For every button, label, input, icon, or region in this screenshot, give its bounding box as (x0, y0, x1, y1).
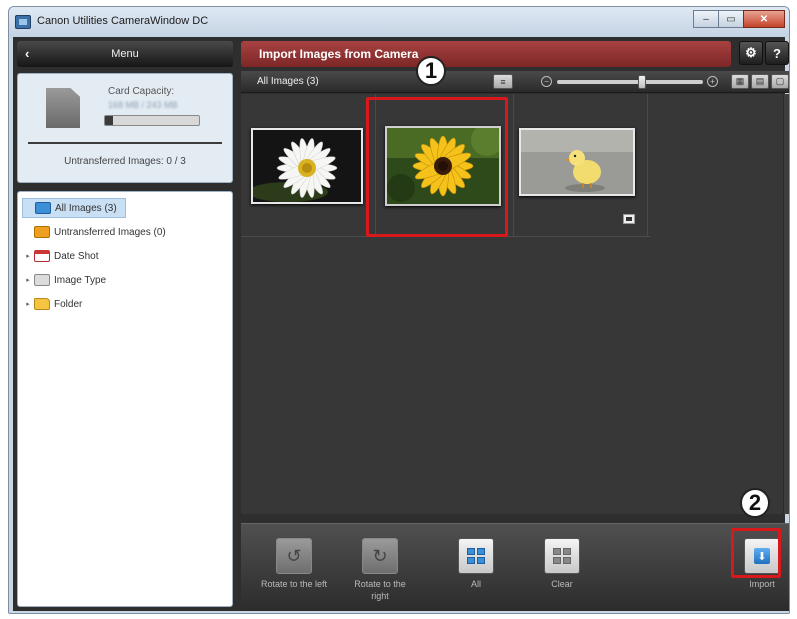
action-toolbar: ↺ Rotate to the left ↻ Rotate to the rig… (241, 523, 789, 611)
rotate-left-button[interactable]: ↺ (276, 538, 312, 574)
card-capacity-panel: Card Capacity: 168 MB / 243 MB Untransfe… (17, 73, 233, 183)
scroll-down-icon[interactable]: ▼ (786, 500, 789, 510)
sort-icon: ≡ (500, 76, 506, 87)
tree-item-folder[interactable]: ▸ Folder (22, 294, 82, 314)
step-1-callout: 1 (416, 56, 446, 86)
tree-item-date-shot[interactable]: ▸ Date Shot (22, 246, 98, 266)
thumbnail-daisy[interactable] (251, 128, 363, 204)
image-type-icon (34, 274, 50, 286)
untransferred-icon (34, 226, 50, 238)
list-view-icon: ▤ (755, 76, 765, 86)
folder-icon (34, 298, 50, 310)
maximize-button[interactable]: ▭ (718, 10, 744, 28)
clear-tool: Clear (527, 538, 597, 590)
list-view-button[interactable]: ▤ (751, 74, 769, 89)
callout-highlight-import-button (731, 528, 781, 578)
rotate-right-button[interactable]: ↻ (362, 538, 398, 574)
callout-highlight-selected-image (366, 97, 508, 237)
image-grid: ▲ ▼ (241, 94, 789, 514)
rotate-right-icon: ↻ (372, 545, 388, 566)
help-icon: ? (773, 45, 781, 61)
movie-icon (623, 214, 635, 224)
card-capacity-bar (104, 115, 200, 126)
card-capacity-fill (105, 116, 113, 125)
divider (28, 142, 222, 144)
sort-button[interactable]: ≡ (493, 74, 513, 89)
tree-item-label: Folder (54, 298, 83, 310)
window-title: Canon Utilities CameraWindow DC (37, 15, 209, 27)
tree-item-image-type[interactable]: ▸ Image Type (22, 270, 106, 290)
memory-card-icon (46, 88, 80, 128)
help-button[interactable]: ? (765, 41, 789, 65)
image-list-toolbar: All Images (3) ≡ − + ▦ ▤ ▢ (241, 71, 789, 93)
thumbnail-view-icon: ▦ (735, 76, 745, 86)
gear-icon: ⚙ (745, 45, 757, 60)
tree-item-all-images[interactable]: All Images (3) (22, 198, 126, 218)
clear-button[interactable] (544, 538, 580, 574)
expand-arrow-icon[interactable]: ▸ (22, 300, 34, 308)
vertical-scrollbar[interactable]: ▲ ▼ (783, 94, 789, 514)
grid-divider (647, 94, 648, 237)
import-label: Import (749, 579, 775, 589)
zoom-in-icon[interactable]: + (707, 76, 718, 87)
tree-item-label: All Images (3) (55, 202, 117, 214)
full-view-button[interactable]: ▢ (771, 74, 789, 89)
select-all-button[interactable] (458, 538, 494, 574)
expand-arrow-icon[interactable]: ▸ (22, 276, 34, 284)
tree-item-label: Date Shot (54, 250, 99, 262)
thumbnail-chick[interactable] (519, 128, 635, 196)
title-bar[interactable]: Canon Utilities CameraWindow DC – ▭ ✕ (9, 7, 789, 37)
rotate-left-label: Rotate to the left (260, 579, 328, 589)
image-count-label: All Images (3) (257, 76, 319, 87)
window-controls: – ▭ ✕ (693, 10, 785, 28)
zoom-slider[interactable] (557, 80, 703, 84)
image-filter-tree: All Images (3) Untransferred Images (0) … (17, 191, 233, 607)
rotate-right-label: Rotate to the right (354, 579, 406, 601)
rotate-left-icon: ↺ (286, 545, 302, 566)
thumbnail-view-button[interactable]: ▦ (731, 74, 749, 89)
close-button[interactable]: ✕ (743, 10, 785, 28)
tree-item-label: Image Type (54, 274, 107, 286)
page-title: Import Images from Camera (259, 47, 419, 61)
calendar-icon (34, 250, 50, 262)
card-capacity-value: 168 MB / 243 MB (108, 100, 178, 110)
minimize-button[interactable]: – (693, 10, 719, 28)
tree-item-label: Untransferred Images (0) (54, 226, 166, 238)
full-view-icon: ▢ (775, 76, 785, 86)
tree-item-untransferred[interactable]: Untransferred Images (0) (22, 222, 166, 242)
zoom-out-icon[interactable]: − (541, 76, 552, 87)
clear-label: Clear (551, 579, 573, 589)
settings-button[interactable]: ⚙ (739, 41, 763, 65)
zoom-slider-handle[interactable] (637, 75, 646, 89)
step-2-callout: 2 (740, 488, 770, 518)
clear-selection-icon (553, 548, 571, 564)
expand-arrow-icon[interactable]: ▸ (22, 252, 34, 260)
import-header: Import Images from Camera (241, 41, 731, 67)
select-all-label: All (470, 579, 481, 589)
untransferred-count: Untransferred Images: 0 / 3 (64, 156, 186, 167)
all-images-icon (35, 202, 51, 214)
card-capacity-label: Card Capacity: (108, 86, 175, 97)
grid-divider (513, 94, 514, 237)
select-all-tool: All (441, 538, 511, 590)
select-all-icon (467, 548, 485, 564)
scroll-up-icon[interactable]: ▲ (786, 96, 789, 106)
menu-label: Menu (111, 48, 139, 60)
rotate-left-tool: ↺ Rotate to the left (259, 538, 329, 590)
menu-button[interactable]: ‹ Menu (17, 41, 233, 67)
camerawindow-app-icon (15, 15, 31, 29)
rotate-right-tool: ↻ Rotate to the right (345, 538, 415, 602)
